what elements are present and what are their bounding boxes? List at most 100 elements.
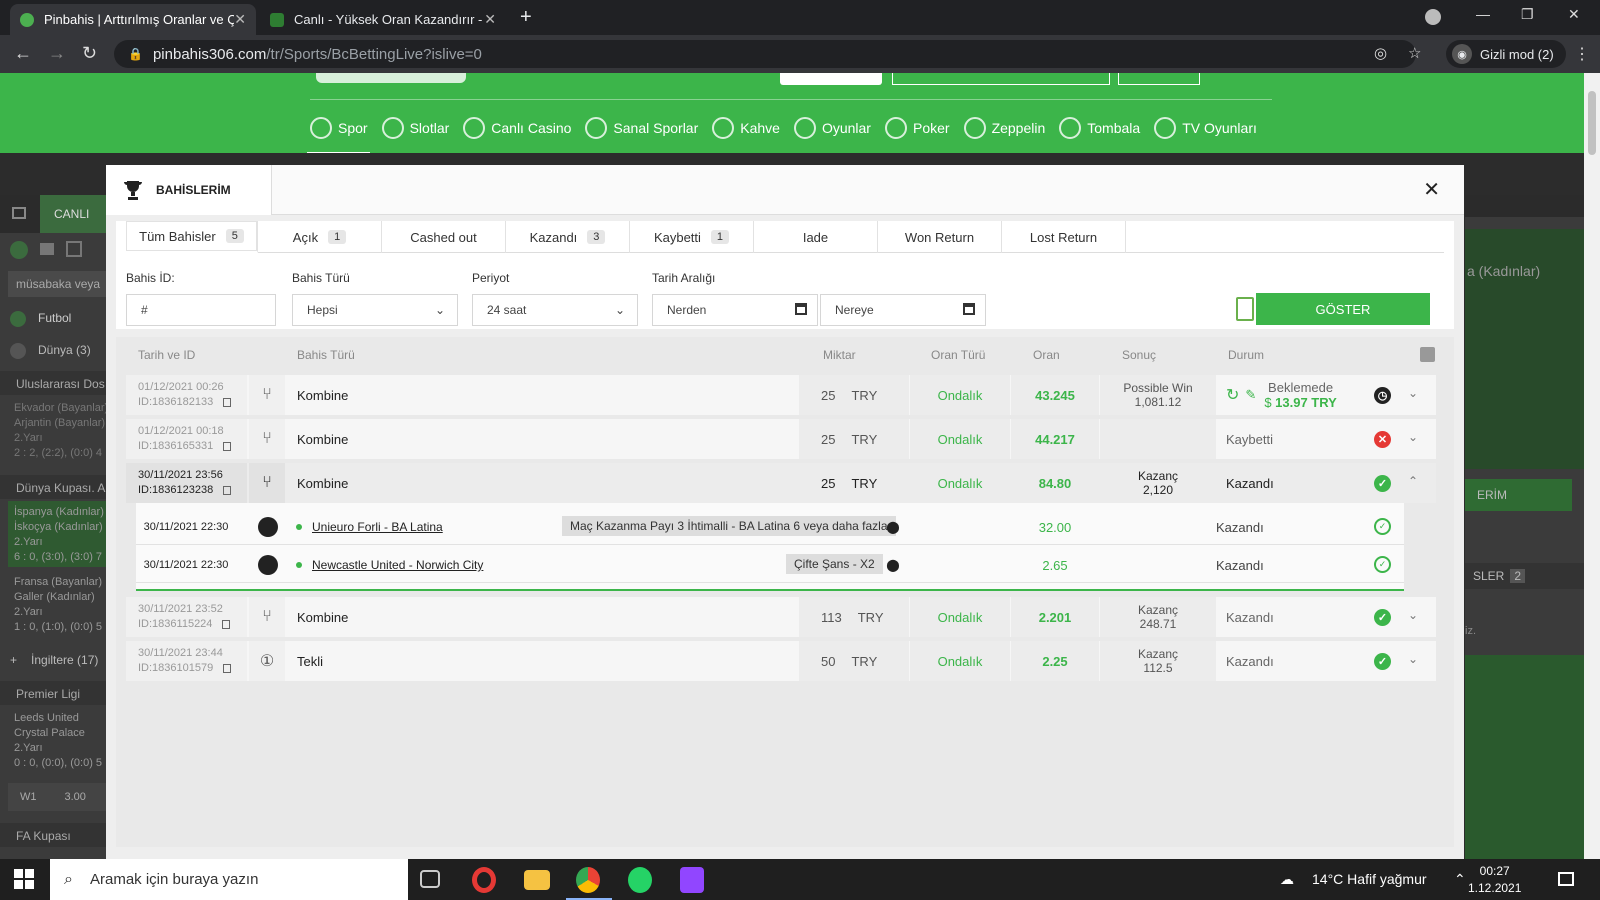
sidebar-league[interactable]: Premier Ligi xyxy=(0,681,106,705)
task-view-icon[interactable] xyxy=(420,870,440,888)
taskbar-search-input[interactable]: ⌕ Aramak için buraya yazın xyxy=(50,859,408,900)
bet-button[interactable]: ERİM xyxy=(1465,479,1572,511)
chevron-up-icon[interactable]: ⌃ xyxy=(1408,474,1418,488)
chevron-down-icon[interactable]: ⌄ xyxy=(1408,386,1418,400)
menu-item-canli-casino[interactable]: Canlı Casino xyxy=(463,113,571,143)
site-logo[interactable] xyxy=(316,73,466,83)
edit-pencil-icon[interactable]: ✎ xyxy=(1245,387,1256,403)
copy-icon[interactable] xyxy=(223,397,232,407)
menu-item-sanal-sporlar[interactable]: Sanal Sporlar xyxy=(585,113,698,143)
chrome-icon[interactable] xyxy=(576,867,600,893)
tab-canli[interactable]: CANLI xyxy=(40,195,106,233)
period-select[interactable]: 24 saat ⌄ xyxy=(472,294,638,326)
url-input[interactable]: 🔒 pinbahis306.com/tr/Sports/BcBettingLiv… xyxy=(114,40,1416,68)
tab-refund[interactable]: Iade xyxy=(754,221,878,253)
menu-item-oyunlar[interactable]: Oyunlar xyxy=(793,113,871,143)
restore-icon[interactable]: ❐ xyxy=(1521,6,1534,23)
notifications-icon[interactable] xyxy=(1558,872,1574,886)
betslip-tab[interactable]: SLER 2 xyxy=(1465,563,1584,589)
table-row[interactable]: 30/11/2021 23:52 ID:1836115224 ⑂ Kombine … xyxy=(126,597,1436,637)
tab-lost[interactable]: Kaybetti 1 xyxy=(630,221,754,253)
sidebar-item-futbol[interactable]: Futbol xyxy=(10,311,71,327)
sidebar-match[interactable]: Fransa (Bayanlar) Galler (Kadınlar) 2.Yarı… xyxy=(14,575,102,635)
chevron-down-icon[interactable]: ⌄ xyxy=(1408,608,1418,622)
tracking-blocked-icon[interactable]: ◎ xyxy=(1374,44,1387,62)
table-row[interactable]: 01/12/2021 00:18 ID:1836165331 ⑂ Kombine … xyxy=(126,419,1436,459)
close-tab-icon[interactable]: ✕ xyxy=(484,11,496,28)
chevron-down-icon[interactable]: ⌄ xyxy=(1408,652,1418,666)
tab-cashed-out[interactable]: Cashed out xyxy=(382,221,506,253)
info-icon[interactable]: ⬤ xyxy=(886,547,900,583)
date-to-input[interactable]: Nereye xyxy=(820,294,986,326)
date-from-input[interactable]: Nerden xyxy=(652,294,818,326)
show-button[interactable]: GÖSTER xyxy=(1256,293,1430,325)
menu-item-poker[interactable]: Poker xyxy=(884,113,950,143)
cashout-amount[interactable]: $ 13.97 TRY xyxy=(1264,395,1337,410)
window-close-icon[interactable]: ✕ xyxy=(1568,6,1580,23)
tab-lost-return[interactable]: Lost Return xyxy=(1002,221,1126,253)
weather-icon[interactable]: ☁ xyxy=(1280,871,1294,888)
menu-item-tv-oyunlari[interactable]: TV Oyunları xyxy=(1154,113,1257,143)
monitor-icon[interactable] xyxy=(40,243,54,255)
menu-item-zeppelin[interactable]: Zeppelin xyxy=(963,113,1045,143)
header-language-box[interactable] xyxy=(1118,73,1200,85)
chevron-down-icon[interactable]: ⌄ xyxy=(1408,430,1418,444)
tab-won-return[interactable]: Won Return xyxy=(878,221,1002,253)
menu-item-spor[interactable]: Spor xyxy=(307,113,370,155)
table-row[interactable]: 30/11/2021 23:44 ID:1836101579 ① Tekli 50… xyxy=(126,641,1436,681)
file-explorer-icon[interactable] xyxy=(524,870,550,890)
sidebar-league[interactable]: FA Kupası xyxy=(0,823,106,847)
table-row[interactable]: 01/12/2021 00:26 ID:1836182133 ⑂ Kombine … xyxy=(126,375,1436,415)
header-button[interactable] xyxy=(780,73,882,85)
sidebar-item-ingiltere[interactable]: + İngiltere (17) xyxy=(10,653,98,667)
sidebar-search-input[interactable]: müsabaka veya xyxy=(8,271,106,297)
table-icon[interactable] xyxy=(66,241,82,257)
tab-all-bets[interactable]: Tüm Bahisler 5 xyxy=(126,221,258,253)
sidebar-item-dunya[interactable]: Dünya (3) xyxy=(10,343,91,359)
sidebar-match-selected[interactable]: İspanya (Kadınlar) İskoçya (Kadınlar) 2.Ya… xyxy=(8,501,106,567)
browser-tab-canli[interactable]: Canlı - Yüksek Oran Kazandırır - S ✕ xyxy=(260,4,506,35)
soccer-icon[interactable] xyxy=(10,241,28,259)
minimize-icon[interactable]: — xyxy=(1476,6,1490,22)
tab-won[interactable]: Kazandı 3 xyxy=(506,221,630,253)
sidebar-match[interactable]: Leeds United Crystal Palace 2.Yarı 0 : 0, (… xyxy=(14,711,102,771)
browser-tab-pinbahis[interactable]: Pinbahis | Arttırılmış Oranlar ve Ç ✕ xyxy=(10,4,256,35)
selection-match-link[interactable]: Unieuro Forli - BA Latina xyxy=(296,509,443,545)
menu-item-kahve[interactable]: Kahve xyxy=(712,113,780,143)
table-row-expanded[interactable]: 30/11/2021 23:56 ID:1836123238 ⑂ Kombine … xyxy=(126,463,1436,503)
opera-icon[interactable] xyxy=(472,867,496,893)
bookmark-star-icon[interactable]: ☆ xyxy=(1408,44,1421,62)
sidebar-match[interactable]: Ekvador (Bayanlar) Arjantin (Bayanlar) 2.Y… xyxy=(14,401,108,461)
menu-item-tombala[interactable]: Tombala xyxy=(1059,113,1140,143)
sidebar-league[interactable]: Dünya Kupası. A xyxy=(0,475,106,499)
back-icon[interactable]: ← xyxy=(14,43,32,64)
bet-id-input[interactable]: # xyxy=(126,294,276,326)
taskbar-clock[interactable]: 00:27 1.12.2021 xyxy=(1468,863,1521,897)
windows-start-icon[interactable] xyxy=(14,869,34,889)
menu-item-slotlar[interactable]: Slotlar xyxy=(381,113,449,143)
close-modal-icon[interactable]: ✕ xyxy=(1423,177,1440,202)
cashout-refresh-icon[interactable]: ↻ xyxy=(1226,385,1239,405)
browser-menu-icon[interactable]: ⋮ xyxy=(1574,44,1590,64)
whatsapp-icon[interactable] xyxy=(628,867,652,893)
reload-icon[interactable]: ↻ xyxy=(82,43,97,64)
copy-icon[interactable] xyxy=(223,663,232,673)
close-tab-icon[interactable]: ✕ xyxy=(234,11,246,28)
scrollbar-thumb[interactable] xyxy=(1588,91,1596,155)
info-icon[interactable]: ⬤ xyxy=(886,509,900,545)
copy-icon[interactable] xyxy=(222,619,231,629)
tab-open[interactable]: Açık 1 xyxy=(258,221,382,253)
tray-chevron-up-icon[interactable]: ⌃ xyxy=(1454,871,1466,888)
bet-type-select[interactable]: Hepsi ⌄ xyxy=(292,294,458,326)
collapse-all-icon[interactable] xyxy=(1420,347,1435,362)
copy-icon[interactable] xyxy=(223,485,232,495)
sidebar-league[interactable]: Uluslararası Dos xyxy=(0,371,106,395)
sidebar-grid-icon[interactable] xyxy=(12,207,26,219)
odds-button[interactable]: W1 3.00 xyxy=(8,783,106,811)
twitch-icon[interactable] xyxy=(680,867,704,893)
header-login-box[interactable] xyxy=(892,73,1110,85)
selection-match-link[interactable]: Newcastle United - Norwich City xyxy=(296,547,483,583)
report-icon[interactable] xyxy=(1236,297,1254,321)
page-scrollbar[interactable] xyxy=(1584,73,1600,859)
copy-icon[interactable] xyxy=(223,441,232,451)
